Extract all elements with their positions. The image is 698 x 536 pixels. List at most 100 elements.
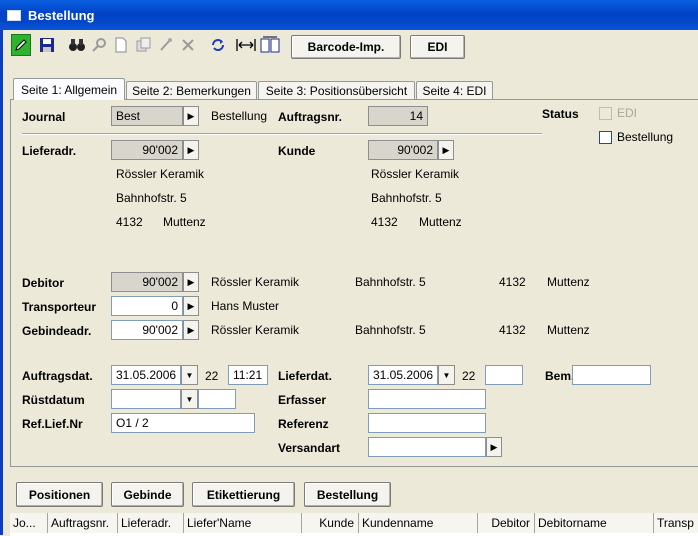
tab-positionsuebersicht[interactable]: Seite 3: Positionsübersicht bbox=[258, 81, 415, 100]
edi-button[interactable]: EDI bbox=[410, 35, 465, 59]
column-header-debitorname[interactable]: Debitorname bbox=[535, 513, 654, 533]
ruestdatum-extra-field[interactable] bbox=[198, 389, 236, 409]
journal-field[interactable]: Best bbox=[111, 106, 183, 126]
stamp-icon[interactable] bbox=[156, 34, 176, 56]
versandart-field[interactable] bbox=[368, 437, 486, 457]
etikettierung-button[interactable]: Etikettierung bbox=[192, 482, 295, 507]
gebindeadr-lookup-button[interactable]: ▶ bbox=[183, 320, 199, 340]
erfasser-label: Erfasser bbox=[278, 393, 327, 407]
transporteur-lookup-button[interactable]: ▶ bbox=[183, 296, 199, 316]
kunde-lookup-button[interactable]: ▶ bbox=[438, 140, 454, 160]
bem-label: Bem. bbox=[545, 369, 575, 383]
gebindeadr-field[interactable]: 90'002 bbox=[111, 320, 183, 340]
versandart-label: Versandart bbox=[278, 441, 341, 455]
ruestdatum-label: Rüstdatum bbox=[22, 393, 85, 407]
auftragsnr-field[interactable]: 14 bbox=[368, 106, 428, 126]
auftragsdat-dropdown-icon[interactable]: ▼ bbox=[181, 365, 198, 385]
lieferdat-week: 22 bbox=[462, 369, 476, 383]
referenz-label: Referenz bbox=[278, 417, 329, 431]
barcode-import-button[interactable]: Barcode-Imp. bbox=[291, 35, 401, 59]
status-edi-checkbox bbox=[599, 107, 612, 120]
bestellung-button[interactable]: Bestellung bbox=[304, 482, 391, 507]
erfasser-field[interactable] bbox=[368, 389, 486, 409]
status-edi-text: EDI bbox=[617, 106, 638, 120]
refliefnr-label: Ref.Lief.Nr bbox=[22, 417, 83, 431]
tab-bemerkungen[interactable]: Seite 2: Bemerkungen bbox=[126, 81, 257, 100]
delete-icon[interactable] bbox=[178, 34, 198, 56]
journal-lookup-button[interactable]: ▶ bbox=[183, 106, 199, 126]
lieferadr-lookup-button[interactable]: ▶ bbox=[183, 140, 199, 160]
lieferdat-dropdown-icon[interactable]: ▼ bbox=[438, 365, 455, 385]
ruestdatum-dropdown-icon[interactable]: ▼ bbox=[181, 389, 198, 409]
debitor-label: Debitor bbox=[22, 276, 64, 290]
save-icon[interactable] bbox=[37, 34, 57, 56]
tab-edi[interactable]: Seite 4: EDI bbox=[416, 81, 493, 100]
auftragsdat-field[interactable]: 31.05.2006 bbox=[111, 365, 181, 385]
debitor-field[interactable]: 90'002 bbox=[111, 272, 183, 292]
column-header-lieferadr[interactable]: Lieferadr. bbox=[118, 513, 184, 533]
kunde-plz: 4132 bbox=[371, 215, 398, 229]
lieferadr-plz: 4132 bbox=[116, 215, 143, 229]
column-header-journal[interactable]: Jo... bbox=[10, 513, 48, 533]
lieferadr-field[interactable]: 90'002 bbox=[111, 140, 183, 160]
column-header-transporteur[interactable]: Transp bbox=[654, 513, 698, 533]
debitor-name: Rössler Keramik bbox=[211, 275, 300, 289]
new-doc-icon[interactable] bbox=[111, 34, 131, 56]
journal-label: Journal bbox=[22, 110, 66, 124]
transporteur-field[interactable]: 0 bbox=[111, 296, 183, 316]
gebindeadr-label: Gebindeadr. bbox=[22, 324, 92, 338]
tab-allgemein[interactable]: Seite 1: Allgemein bbox=[13, 78, 125, 100]
lieferadr-label: Lieferadr. bbox=[22, 144, 77, 158]
kunde-field[interactable]: 90'002 bbox=[368, 140, 438, 160]
auftragsdat-label: Auftragsdat. bbox=[22, 369, 93, 383]
pencil-icon[interactable] bbox=[11, 34, 31, 56]
column-header-kundenname[interactable]: Kundenname bbox=[359, 513, 478, 533]
binoculars-icon[interactable] bbox=[67, 34, 87, 56]
column-header-debitor[interactable]: Debitor bbox=[478, 513, 535, 533]
divider bbox=[22, 133, 542, 135]
lieferdat-label: Lieferdat. bbox=[278, 369, 333, 383]
kunde-name: Rössler Keramik bbox=[371, 167, 460, 181]
status-bestellung-text: Bestellung bbox=[617, 130, 674, 144]
transporteur-name: Hans Muster bbox=[211, 299, 280, 313]
status-label: Status bbox=[542, 107, 579, 121]
gebindeadr-plz: 4132 bbox=[499, 323, 526, 337]
debitor-lookup-button[interactable]: ▶ bbox=[183, 272, 199, 292]
refliefnr-field[interactable]: O1 / 2 bbox=[111, 413, 255, 433]
journal-description: Bestellung bbox=[211, 109, 268, 123]
debitor-plz: 4132 bbox=[499, 275, 526, 289]
key-icon[interactable] bbox=[89, 34, 109, 56]
column-header-liefername[interactable]: Liefer'Name bbox=[184, 513, 302, 533]
lieferadr-city: Muttenz bbox=[163, 215, 206, 229]
copy-icon[interactable] bbox=[133, 34, 153, 56]
ruestdatum-field[interactable] bbox=[111, 389, 181, 409]
auftragsnr-label: Auftragsnr. bbox=[278, 110, 343, 124]
debitor-street: Bahnhofstr. 5 bbox=[355, 275, 426, 289]
lieferdat-field[interactable]: 31.05.2006 bbox=[368, 365, 438, 385]
window-title: Bestellung bbox=[28, 8, 95, 23]
positionen-button[interactable]: Positionen bbox=[16, 482, 103, 507]
window-icon bbox=[7, 10, 21, 21]
lieferadr-name: Rössler Keramik bbox=[116, 167, 205, 181]
width-icon[interactable] bbox=[236, 34, 256, 56]
lieferdat-extra-field[interactable] bbox=[485, 365, 523, 385]
gebindeadr-name: Rössler Keramik bbox=[211, 323, 300, 337]
column-header-auftragsnr[interactable]: Auftragsnr. bbox=[48, 513, 118, 533]
auftragsdat-time-field[interactable]: 11:21 bbox=[228, 365, 268, 385]
auftragsdat-week: 22 bbox=[205, 369, 219, 383]
title-bar: Bestellung bbox=[0, 0, 698, 30]
lieferadr-street: Bahnhofstr. 5 bbox=[116, 191, 187, 205]
kunde-city: Muttenz bbox=[419, 215, 462, 229]
debitor-city: Muttenz bbox=[547, 275, 590, 289]
gebindeadr-street: Bahnhofstr. 5 bbox=[355, 323, 426, 337]
refresh-icon[interactable] bbox=[208, 34, 228, 56]
referenz-field[interactable] bbox=[368, 413, 486, 433]
column-header-kunde[interactable]: Kunde bbox=[302, 513, 359, 533]
pages-icon[interactable] bbox=[260, 34, 280, 56]
bem-field[interactable] bbox=[572, 365, 651, 385]
versandart-lookup-button[interactable]: ▶ bbox=[486, 437, 502, 457]
status-bestellung-checkbox[interactable] bbox=[599, 131, 612, 144]
transporteur-label: Transporteur bbox=[22, 300, 97, 314]
gebindeadr-city: Muttenz bbox=[547, 323, 590, 337]
gebinde-button[interactable]: Gebinde bbox=[111, 482, 184, 507]
